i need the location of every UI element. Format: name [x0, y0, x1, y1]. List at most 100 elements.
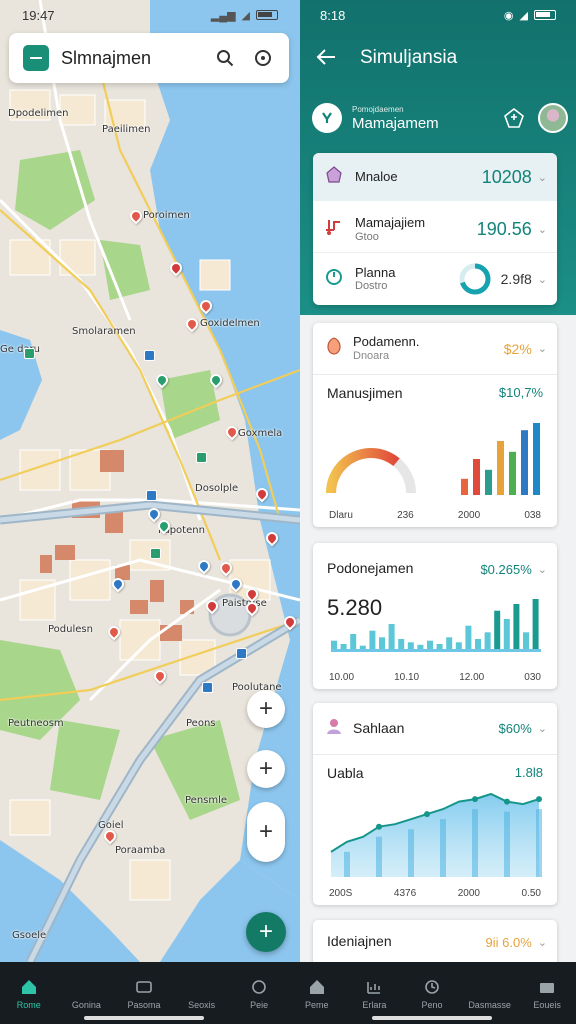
map-label: Podulesn: [48, 624, 93, 635]
search-icon[interactable]: [213, 46, 237, 70]
summary-label: Mamajajiem Gtoo: [355, 216, 477, 243]
axis-label: 0.50: [521, 888, 541, 899]
nav-label: Dasmasse: [468, 999, 511, 1010]
bar: [509, 451, 516, 495]
axis-row: Dlaru 236 2000 038: [313, 510, 557, 521]
map-label: Paistmse: [222, 598, 267, 609]
summary-label: Mnaloe: [355, 168, 398, 184]
map-marker[interactable]: [24, 348, 35, 359]
data-point: [424, 811, 430, 818]
map-label: Peons: [186, 718, 216, 729]
profile-row[interactable]: Pomojdaemen Mamajamem: [312, 100, 568, 136]
nav-item[interactable]: Gonina: [60, 977, 112, 1010]
bar: [331, 640, 337, 649]
nav-label: Peno: [421, 999, 443, 1010]
search-title: Slmnajmen: [61, 47, 152, 68]
gauge-fill: [326, 448, 400, 494]
axis-label: 10.10: [394, 672, 420, 683]
dashboard-panel: 8:18 ◉ ◢ Simuljansia Pomojdaemen Mamajam…: [300, 0, 576, 962]
card-header[interactable]: Sahlaan $60% ⌄: [313, 703, 557, 755]
map-label: Dpodelimen: [8, 108, 69, 119]
notification-icon: ◉: [503, 9, 514, 22]
nav-label: Gonina: [71, 999, 101, 1010]
nav-item[interactable]: Seoxis: [176, 977, 228, 1010]
card-sub: Dnoara: [353, 349, 390, 362]
nav-item[interactable]: Eoueis: [521, 977, 573, 1010]
chevron-down-icon: ⌄: [537, 723, 547, 735]
map-marker[interactable]: [196, 452, 207, 463]
bar: [465, 625, 472, 649]
bar: [350, 634, 357, 649]
nav-item[interactable]: Rome: [3, 977, 55, 1010]
bar: [427, 640, 433, 649]
location-target-icon[interactable]: [251, 46, 275, 70]
nav-item[interactable]: Pasoma: [118, 977, 170, 1010]
summary-row[interactable]: Planna Dostro 2.9f8 ⌄: [313, 255, 557, 303]
bar: [521, 430, 528, 495]
card-header[interactable]: Podamenn. Dnoara $2% ⌄: [313, 323, 557, 375]
chevron-down-icon: ⌄: [537, 343, 547, 355]
axis-label: 10.00: [329, 672, 355, 683]
summary-label: Planna Dostro: [355, 265, 457, 292]
nav-item[interactable]: Peno: [406, 977, 458, 1010]
nav-label: Pasoma: [127, 999, 161, 1010]
add-fab-button[interactable]: +: [246, 912, 286, 952]
bar: [461, 478, 468, 495]
history-icon: [422, 977, 442, 997]
top-app-bar: Simuljansia: [300, 38, 576, 78]
zoom-in-button[interactable]: +: [247, 690, 285, 728]
map-marker[interactable]: [202, 682, 213, 693]
map-label: Pensmle: [185, 795, 228, 806]
card-percent: $0.265%: [480, 561, 532, 577]
map-marker[interactable]: [236, 648, 247, 659]
brand-logo-icon: [312, 103, 342, 133]
map-marker[interactable]: [146, 490, 157, 501]
bar: [484, 632, 491, 649]
card-header[interactable]: Podonejamen $0.265% ⌄: [313, 543, 557, 595]
status-time: 19:47: [22, 7, 55, 23]
map-label: Peutneosm: [8, 718, 64, 729]
metric-card[interactable]: Sahlaan $60% ⌄ Uabla 1.8l8 200S 4376 200…: [313, 703, 557, 905]
card-header[interactable]: Ideniajnen 9ii 6.0% ⌄: [313, 920, 557, 962]
bar: [388, 624, 395, 649]
bar: [497, 441, 504, 495]
nav-item[interactable]: Peie: [233, 977, 285, 1010]
person-icon: [323, 715, 345, 742]
status-icons: ◉ ◢: [504, 9, 556, 22]
back-arrow-icon[interactable]: [316, 45, 340, 71]
axis-label: 12.00: [459, 672, 485, 683]
bottom-nav-right: Peme Erlara Peno Dasmasse Eoueis: [288, 962, 576, 1024]
bar: [473, 459, 480, 495]
axis-label: 2000: [457, 510, 481, 521]
card-percent: 9ii 6.0%: [485, 934, 532, 950]
map-view[interactable]: 19:47 ▂▄▆ ◢ Slmnajmen Dpodelimen Paeilime…: [0, 0, 300, 962]
bar: [408, 829, 414, 877]
nav-item[interactable]: Erlara: [348, 977, 400, 1010]
map-marker[interactable]: [144, 350, 155, 361]
nav-label: Peie: [250, 999, 269, 1010]
nav-item[interactable]: Peme: [291, 977, 343, 1010]
home-icon: [19, 977, 39, 997]
axis-label: 030: [524, 672, 541, 683]
card-percent: $2%: [503, 340, 532, 357]
nav-icon: [480, 977, 500, 997]
shield-icon: [323, 335, 345, 362]
zoom-control[interactable]: +: [247, 802, 285, 862]
summary-value: 10208: [481, 166, 532, 187]
histogram: [331, 599, 541, 652]
metric-card[interactable]: Ideniajnen 9ii 6.0% ⌄: [313, 920, 557, 962]
map-marker[interactable]: [150, 548, 161, 559]
nav-item[interactable]: Dasmasse: [464, 977, 516, 1010]
summary-row[interactable]: Mnaloe 10208 ⌄: [313, 153, 557, 201]
search-bar[interactable]: Slmnajmen: [9, 33, 289, 83]
metric-card[interactable]: Podonejamen $0.265% ⌄ 5.280 10.00 10.10 …: [313, 543, 557, 689]
award-icon[interactable]: [500, 104, 528, 132]
add-layer-button[interactable]: +: [247, 750, 285, 788]
avatar[interactable]: [538, 103, 568, 133]
bottom-nav-left: Rome Gonina Pasoma Seoxis Peie: [0, 962, 288, 1024]
map-label: Poraamba: [115, 845, 166, 856]
chevron-down-icon: ⌄: [537, 936, 547, 949]
summary-row[interactable]: Mamajajiem Gtoo 190.56 ⌄: [313, 207, 557, 253]
metric-card[interactable]: Podamenn. Dnoara $2% ⌄ Manusjimen $10,7%…: [313, 323, 557, 527]
map-label: Goxidelmen: [200, 318, 260, 329]
